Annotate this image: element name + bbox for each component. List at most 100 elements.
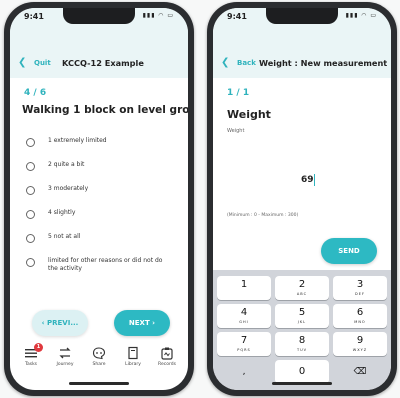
key-number: 6 [356,307,364,318]
backspace-icon: ⌫ [353,367,367,377]
status-time: 9:41 [24,12,44,21]
key-5[interactable]: 5 JKL [275,304,329,328]
key-letters: MNO [354,320,366,324]
key-letters: GHI [239,320,249,324]
answer-option[interactable]: limited for other reasons or did not do … [26,256,176,286]
answer-option[interactable]: 1 extremely limited [26,136,176,160]
key-number: 1 [240,279,248,290]
radio-button[interactable] [26,234,35,243]
answer-label: 3 moderately [48,185,89,192]
previous-button[interactable]: ‹ PREVI... [32,310,88,336]
answer-label: 4 slightly [48,209,76,216]
question-progress: 4 / 6 [24,88,47,98]
key-8[interactable]: 8 TUV [275,332,329,356]
tab-label: Library [125,362,141,367]
measurement-screen: ❮ Back Weight : New measurement 9:41 ▮▮▮… [213,8,391,390]
key-letters: TUV [296,348,308,352]
key-number: 3 [356,279,364,290]
question-title: Walking 1 block on level ground [22,104,188,116]
status-time: 9:41 [227,12,247,21]
key-0[interactable]: 0 [275,360,329,384]
previous-label: PREVI... [47,319,79,327]
weight-input[interactable]: 69 [301,175,314,185]
home-indicator [69,382,129,385]
key-number: 5 [298,307,306,318]
backspace-key[interactable]: ⌫ [333,360,387,384]
tab-label: Records [158,362,176,367]
key-letters: PQRS [237,348,251,352]
key-4[interactable]: 4 GHI [217,304,271,328]
share-icon [92,347,106,360]
key-1[interactable]: 1 [217,276,271,300]
key-letters: WXYZ [352,348,368,352]
notch [63,8,135,24]
chevron-left-icon[interactable]: ❮ [221,57,229,68]
answer-label: 1 extremely limited [48,137,107,144]
page-title: KCCQ-12 Example [62,58,144,68]
radio-button[interactable] [26,138,35,147]
key-comma[interactable]: , [217,360,271,384]
answer-label: 5 not at all [48,233,81,240]
page-title: Weight : New measurement [259,58,388,68]
notch [266,8,338,24]
bottom-tab-bar: 1 Tasks Journey Share Library Records [10,343,188,380]
answer-options: 1 extremely limited 2 quite a bit 3 mode… [26,136,176,286]
radio-button[interactable] [26,186,35,195]
tab-tasks[interactable]: 1 Tasks [16,343,46,376]
records-icon [161,347,173,360]
key-number: 2 [298,279,306,290]
key-number: , [242,367,246,377]
phone-left: ❮ Quit KCCQ-12 Example 9:41 ▮▮▮ ◠ ▭ 4 / … [4,2,194,396]
chevron-right-icon: › [149,319,156,327]
key-7[interactable]: 7 PQRS [217,332,271,356]
answer-option[interactable]: 3 moderately [26,184,176,208]
range-hint: (Minimum : 0 - Maximum : 300) [227,213,299,218]
signal-wifi-battery-icon: ▮▮▮ ◠ ▭ [345,12,377,19]
numeric-keypad: 1 2 ABC 3 DEF 4 GHI 5 JKL 6 MNO 7 PQRS 8 TUV 9 W… [213,270,391,390]
library-icon [128,346,138,360]
key-letters: ABC [296,292,308,296]
key-9[interactable]: 9 WXYZ [333,332,387,356]
measurement-subtitle: Weight [227,128,245,134]
key-number: 4 [240,307,248,318]
answer-label: limited for other reasons or did not do … [48,257,163,272]
tab-label: Tasks [24,362,38,367]
key-2[interactable]: 2 ABC [275,276,329,300]
chevron-left-icon[interactable]: ❮ [18,57,26,68]
back-button[interactable]: Back [237,59,256,67]
key-number: 8 [298,335,306,346]
phone-right: ❮ Back Weight : New measurement 9:41 ▮▮▮… [207,2,397,396]
radio-button[interactable] [26,162,35,171]
key-6[interactable]: 6 MNO [333,304,387,328]
radio-button[interactable] [26,210,35,219]
answer-option[interactable]: 2 quite a bit [26,160,176,184]
tab-records[interactable]: Records [152,346,182,376]
tasks-badge: 1 [34,343,43,352]
tab-library[interactable]: Library [118,346,148,376]
quit-button[interactable]: Quit [34,59,51,67]
questionnaire-screen: ❮ Quit KCCQ-12 Example 9:41 ▮▮▮ ◠ ▭ 4 / … [10,8,188,390]
key-number: 7 [240,335,248,346]
answer-option[interactable]: 4 slightly [26,208,176,232]
key-number: 0 [298,366,306,377]
tab-share[interactable]: Share [84,346,114,376]
tab-label: Share [92,362,106,367]
signal-wifi-battery-icon: ▮▮▮ ◠ ▭ [142,12,174,19]
journey-icon [59,347,71,359]
next-button[interactable]: NEXT › [114,310,170,336]
home-indicator [272,382,332,385]
key-number: 9 [356,335,364,346]
key-letters: DEF [355,292,365,296]
question-progress: 1 / 1 [227,88,250,98]
send-button[interactable]: SEND [321,238,377,264]
next-label: NEXT [128,319,150,327]
answer-option[interactable]: 5 not at all [26,232,176,256]
radio-button[interactable] [26,258,35,267]
tab-journey[interactable]: Journey [50,346,80,376]
key-3[interactable]: 3 DEF [333,276,387,300]
tab-label: Journey [56,362,74,367]
text-caret [314,174,315,186]
measurement-title: Weight [227,108,271,121]
answer-label: 2 quite a bit [48,161,85,168]
key-letters: JKL [297,320,307,324]
